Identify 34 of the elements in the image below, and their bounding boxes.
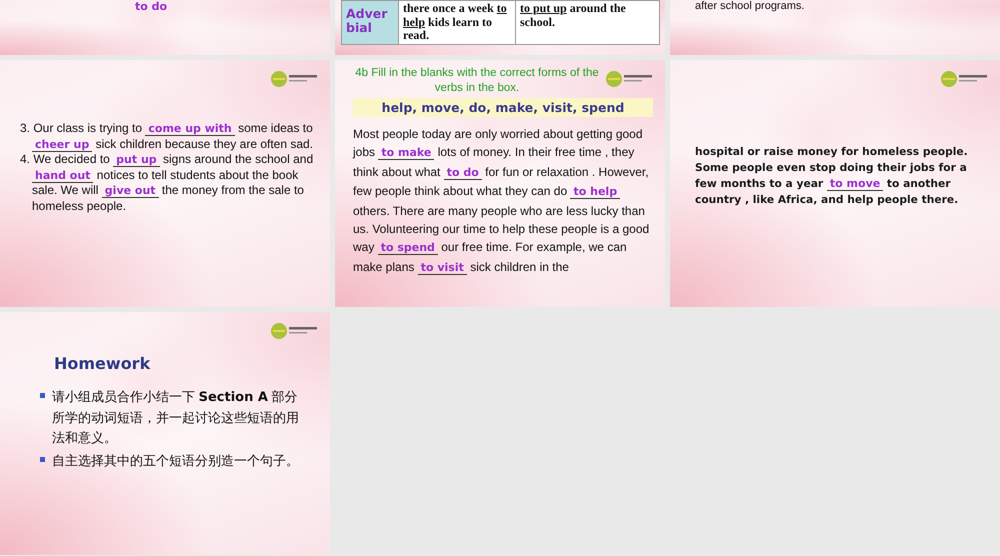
slide-title: Homework bbox=[54, 354, 152, 373]
answer-text: to spend bbox=[378, 241, 438, 256]
slide-title: 4b Fill in the blanks with the correct forms of the verbs in the box. bbox=[354, 66, 600, 96]
bullet-text: 请小组成员合作小结一下 Section A 部分所学的动词短语，并一起讨论这些短语的用法和意义。 bbox=[52, 388, 300, 447]
slide-text: after school programs. bbox=[694, 0, 806, 13]
slide-thumbnail[interactable]: hospital or raise money for homeless people. Some people even stop doing their jobs for a few months to a year to move to another country , like Africa, and help people there. bbox=[670, 60, 1000, 307]
paragraph: hospital or raise money for homeless people. Some people even stop doing their jobs for a few months to a year to move to another country , like Africa, and help people there. bbox=[695, 144, 969, 208]
answer-text: put up bbox=[113, 153, 160, 167]
slide-thumbnail[interactable] bbox=[0, 60, 330, 307]
paragraph: 4. We decided to put up signs around the school and hand out notices to tell students about the book sale. We will give out the money from the sale to homeless people. bbox=[20, 152, 314, 214]
slide-thumbnail[interactable]: Adver bial there once a week to help kids learn to read. to put up around the school. bbox=[335, 0, 665, 55]
word-box: help, move, do, make, visit, spend bbox=[353, 98, 653, 117]
answer-text: cheer up bbox=[32, 138, 92, 152]
table-cell: there once a week to help kids learn to read. bbox=[403, 1, 507, 42]
slide-thumbnail[interactable]: after school programs. bbox=[670, 0, 1000, 55]
slide-thumbnail[interactable]: Homework 请小组成员合作小结一下 Section A 部分所学的动词短语，并一起讨论这些短语的用法和意义。 自主选择其中的五个短语分别造一个句子。 bbox=[0, 312, 330, 555]
slide-text: to do bbox=[134, 0, 168, 13]
bullet-text: 自主选择其中的五个短语分别造一个句子。 bbox=[52, 452, 300, 470]
slide-thumbnail[interactable] bbox=[335, 60, 665, 307]
bullet-icon bbox=[40, 393, 45, 398]
answer-text: to visit bbox=[418, 260, 467, 275]
answer-text: hand out bbox=[32, 168, 94, 182]
answer-text: to do bbox=[444, 166, 482, 180]
table-cell: to put up around the school. bbox=[520, 1, 626, 28]
slide-thumbnail[interactable]: to do bbox=[0, 0, 330, 55]
answer-text: give out bbox=[102, 184, 159, 198]
answer-text: come up with bbox=[145, 122, 235, 136]
bullet-icon bbox=[40, 457, 45, 462]
answer-text: to make bbox=[378, 146, 434, 160]
paragraph: 3. Our class is trying to come up with some ideas to cheer up sick children because they are often sad. bbox=[20, 121, 314, 152]
answer-text: to move bbox=[826, 177, 884, 191]
answer-text: to help bbox=[570, 185, 620, 200]
table-cell: Adver bial bbox=[346, 6, 388, 35]
paragraph: Most people today are only worried about getting good jobs to make lots of money. In their free time , they think about what to do for fun or relaxation . However, few people think about what they can do to help others. There are many people who are less lucky than us. Volunteering our time to help these people is a good way to spend our free time. For example, we can make plans to visit sick children in the bbox=[353, 126, 650, 277]
